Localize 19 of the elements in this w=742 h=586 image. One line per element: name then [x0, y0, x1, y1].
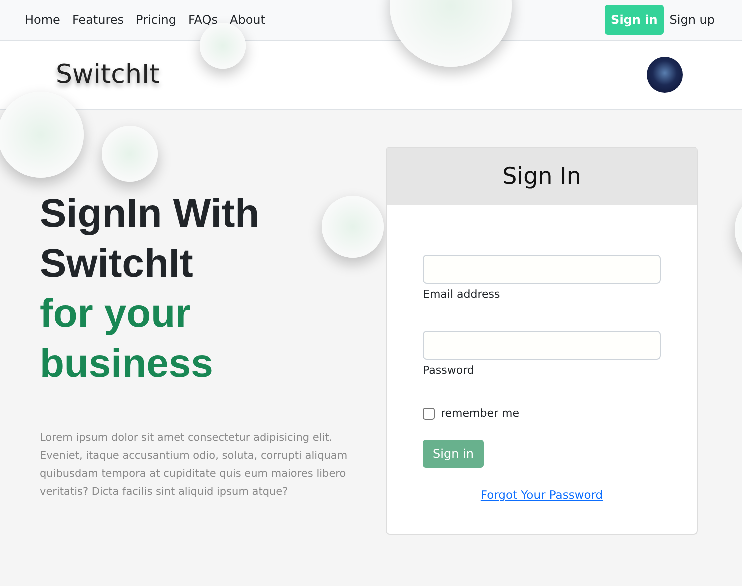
sign-up-link[interactable]: Sign up [670, 13, 715, 27]
nav-link[interactable]: About [230, 13, 266, 27]
nav-link[interactable]: Home [25, 13, 60, 27]
hero-title: SignIn With SwitchIt [40, 191, 261, 288]
password-field[interactable] [423, 331, 661, 360]
hero-subtitle: for your business [40, 291, 214, 388]
remember-checkbox[interactable] [423, 408, 435, 420]
field-label: Email address [423, 288, 500, 301]
brand-title: SwitchIt [56, 60, 160, 90]
avatar-icon[interactable] [647, 57, 683, 93]
checkbox-label: remember me [441, 407, 520, 420]
hero-paragraph: Lorem ipsum dolor sit amet consectetur adipisicing elit. Eveniet, itaque accusantium odio, soluta, corrupti aliquam quibusdam tempora at cupiditate quis eum maiores libero veritatis? Dicta facilis sint aliquid ipsum atque? [40, 431, 349, 500]
forgot-password-link[interactable]: Forgot Your Password [480, 488, 604, 502]
nav-link[interactable]: Features [72, 13, 124, 27]
nav-link[interactable]: Pricing [136, 13, 176, 27]
card-title: Sign In [502, 164, 582, 190]
field-label: Password [423, 364, 474, 377]
email-field[interactable] [423, 255, 661, 284]
nav-link[interactable]: FAQs [188, 13, 218, 27]
